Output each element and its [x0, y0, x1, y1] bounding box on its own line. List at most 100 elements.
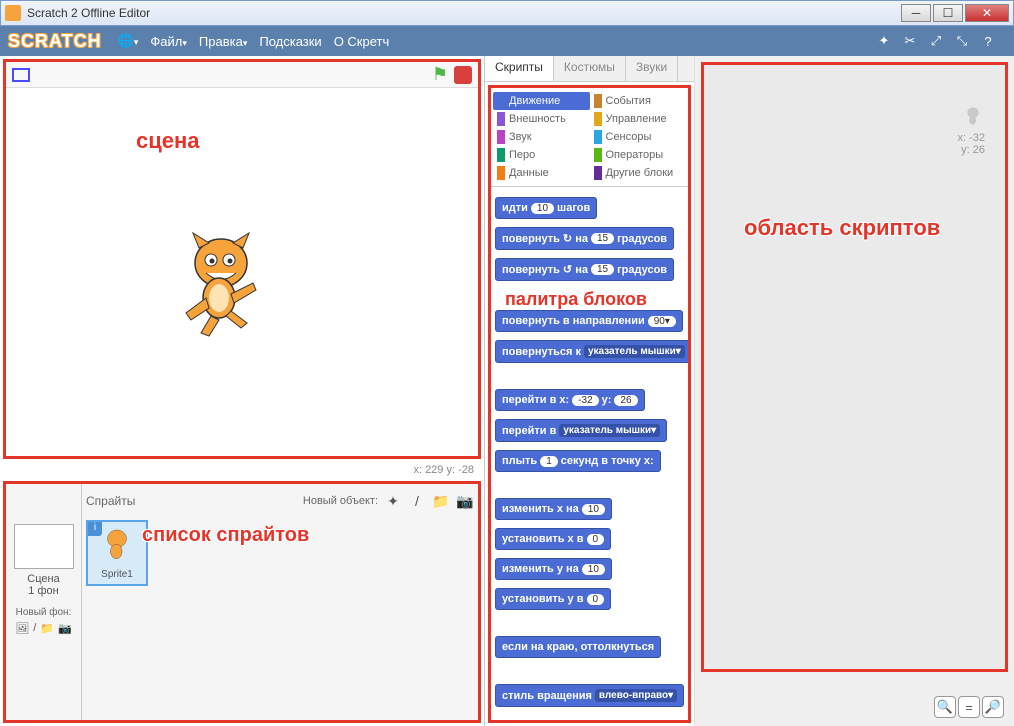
block-turn-cw[interactable]: повернуть ↻ на15градусов	[495, 227, 674, 250]
tabs: Скрипты Костюмы Звуки	[485, 56, 694, 82]
stage-canvas[interactable]: сцена	[6, 88, 478, 438]
category-Операторы[interactable]: Операторы	[590, 146, 687, 164]
zoom-in-button[interactable]: 🔎	[982, 696, 1004, 718]
zoom-reset-button[interactable]: =	[958, 696, 980, 718]
block-palette: Движение События Внешность Управление Звук Се…	[488, 85, 691, 723]
block-goto[interactable]: перейти вуказатель мышки▾	[495, 419, 667, 442]
stage-thumbnail[interactable]	[14, 524, 74, 569]
category-swatch	[497, 148, 505, 162]
choose-backdrop-icon[interactable]: 🖼	[15, 622, 29, 635]
script-x: x: -32	[957, 132, 985, 144]
category-Сенсоры[interactable]: Сенсоры	[590, 128, 687, 146]
category-swatch	[594, 148, 602, 162]
scissors-icon[interactable]: ✂	[902, 33, 918, 49]
stage-area: ⚑ v458.0.1 сцена	[3, 59, 481, 459]
block-set-x[interactable]: установить x в0	[495, 528, 611, 550]
stage-thumb-label: Сцена	[27, 573, 59, 585]
script-area[interactable]: x: -32 y: 26 область скриптов	[701, 62, 1008, 672]
block-change-x[interactable]: изменить x на10	[495, 498, 612, 520]
category-swatch	[497, 112, 505, 126]
block-turn-ccw[interactable]: повернуть ↺ на15градусов	[495, 258, 674, 281]
camera-backdrop-icon[interactable]: 📷	[58, 622, 72, 635]
menubar: SCRATCH 🌐▾ Файл▾ Правка▾ Подсказки О Скр…	[0, 26, 1014, 56]
app-icon	[5, 5, 21, 21]
tab-costumes[interactable]: Костюмы	[554, 56, 626, 81]
upload-backdrop-icon[interactable]: 📁	[40, 622, 54, 635]
sprites-label: Спрайты	[86, 494, 135, 508]
block-point-towards[interactable]: повернуться куказатель мышки▾	[495, 340, 688, 363]
block-goto-xy[interactable]: перейти в x:-32y:26	[495, 389, 645, 411]
close-button[interactable]: ✕	[965, 4, 1009, 22]
globe-icon[interactable]: 🌐▾	[118, 33, 139, 49]
choose-sprite-icon[interactable]: ✦	[384, 492, 402, 510]
category-swatch	[594, 130, 602, 144]
category-swatch	[594, 112, 602, 126]
category-swatch	[497, 94, 505, 108]
sprite-name: Sprite1	[92, 569, 142, 580]
window-title: Scratch 2 Offline Editor	[27, 6, 150, 20]
annotation-palette: палитра блоков	[505, 289, 688, 310]
category-label: Управление	[606, 113, 667, 125]
green-flag-button[interactable]: ⚑	[432, 64, 448, 85]
block-move-steps[interactable]: идти10шагов	[495, 197, 597, 219]
new-object-label: Новый объект:	[303, 495, 378, 507]
grow-icon[interactable]: ⤢	[928, 33, 944, 49]
category-swatch	[497, 166, 505, 180]
category-Данные[interactable]: Данные	[493, 164, 590, 182]
upload-sprite-icon[interactable]: 📁	[432, 492, 450, 510]
block-rotation-style[interactable]: стиль вращениявлево-вправо▾	[495, 684, 684, 707]
category-swatch	[594, 94, 602, 108]
maximize-button[interactable]: ☐	[933, 4, 963, 22]
stop-button[interactable]	[454, 66, 472, 84]
block-glide[interactable]: плыть1секунд в точку x:	[495, 450, 661, 472]
presentation-mode-button[interactable]	[12, 68, 30, 82]
annotation-stage: сцена	[136, 128, 200, 154]
category-label: Движение	[509, 95, 560, 107]
menu-edit[interactable]: Правка▾	[199, 34, 247, 49]
block-change-y[interactable]: изменить y на10	[495, 558, 612, 580]
block-set-y[interactable]: установить y в0	[495, 588, 611, 610]
menu-file[interactable]: Файл▾	[150, 34, 187, 49]
backdrop-count: 1 фон	[28, 585, 58, 597]
category-Звук[interactable]: Звук	[493, 128, 590, 146]
category-label: События	[606, 95, 651, 107]
category-label: Внешность	[509, 113, 566, 125]
camera-sprite-icon[interactable]: 📷	[456, 492, 474, 510]
blocks-list: идти10шагов повернуть ↻ на15градусов пов…	[491, 187, 688, 717]
script-sprite-info: x: -32 y: 26	[957, 105, 985, 156]
category-label: Данные	[509, 167, 549, 179]
category-События[interactable]: События	[590, 92, 687, 110]
category-label: Сенсоры	[606, 131, 652, 143]
paint-sprite-icon[interactable]: /	[408, 492, 426, 510]
stage-coords: x: 229 y: -28	[0, 462, 484, 478]
block-point-direction[interactable]: повернуть в направлении90▾	[495, 310, 683, 332]
category-label: Операторы	[606, 149, 664, 161]
category-swatch	[594, 166, 602, 180]
category-Движение[interactable]: Движение	[493, 92, 590, 110]
new-backdrop-label: Новый фон:	[12, 605, 76, 620]
category-label: Перо	[509, 149, 535, 161]
category-label: Другие блоки	[606, 167, 674, 179]
sprite-thumb-icon	[961, 105, 985, 129]
category-Перо[interactable]: Перо	[493, 146, 590, 164]
scratch-cat-sprite[interactable]	[171, 228, 271, 338]
category-Управление[interactable]: Управление	[590, 110, 687, 128]
tab-sounds[interactable]: Звуки	[626, 56, 678, 81]
minimize-button[interactable]: ─	[901, 4, 931, 22]
help-icon[interactable]: ?	[980, 33, 996, 49]
sprite-info-button[interactable]: i	[88, 522, 102, 536]
category-label: Звук	[509, 131, 532, 143]
tab-scripts[interactable]: Скрипты	[485, 56, 554, 81]
sprites-panel: Сцена 1 фон Новый фон: 🖼 / 📁 📷 Спрайты Н…	[3, 481, 481, 723]
zoom-out-button[interactable]: 🔍	[934, 696, 956, 718]
paint-backdrop-icon[interactable]: /	[33, 622, 36, 635]
category-Другие блоки[interactable]: Другие блоки	[590, 164, 687, 182]
category-swatch	[497, 130, 505, 144]
menu-hints[interactable]: Подсказки	[259, 34, 321, 49]
sprite-tile[interactable]: i Sprite1	[86, 520, 148, 586]
block-bounce-edge[interactable]: если на краю, оттолкнуться	[495, 636, 661, 658]
category-Внешность[interactable]: Внешность	[493, 110, 590, 128]
stamp-icon[interactable]: ✦	[876, 33, 892, 49]
menu-about[interactable]: О Скретч	[334, 34, 390, 49]
shrink-icon[interactable]: ⤡	[954, 33, 970, 49]
